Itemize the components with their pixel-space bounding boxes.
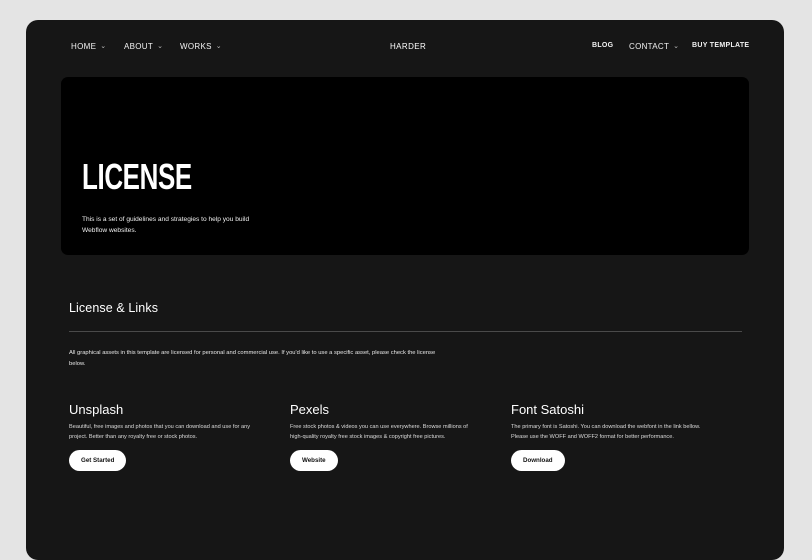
- nav-blog[interactable]: BLOG: [592, 42, 613, 49]
- brand-logo[interactable]: HARDER: [390, 42, 426, 51]
- nav-contact[interactable]: CONTACT ⌄: [629, 42, 679, 51]
- card-title: Font Satoshi: [511, 402, 584, 417]
- nav-about[interactable]: ABOUT ⌄: [124, 42, 163, 51]
- top-navigation: HOME ⌄ ABOUT ⌄ WORKS ⌄ HARDER BLOG CONTA…: [26, 20, 784, 74]
- nav-home-label: HOME: [71, 42, 97, 51]
- section-description: All graphical assets in this template ar…: [69, 350, 436, 367]
- page-title: LICENSE: [82, 156, 192, 197]
- page-frame: HOME ⌄ ABOUT ⌄ WORKS ⌄ HARDER BLOG CONTA…: [26, 20, 784, 560]
- nav-works-label: WORKS: [180, 42, 212, 51]
- section-title: License & Links: [69, 301, 159, 315]
- chevron-down-icon: ⌄: [215, 42, 222, 50]
- nav-blog-label: BLOG: [592, 42, 614, 49]
- chevron-down-icon: ⌄: [100, 42, 107, 50]
- hero-subtitle: This is a set of guidelines and strategi…: [82, 216, 250, 234]
- card-text: Free stock photos & videos you can use e…: [290, 424, 468, 440]
- card-font-satoshi: Font Satoshi The primary font is Satoshi…: [511, 402, 701, 471]
- nav-about-label: ABOUT: [124, 42, 154, 51]
- nav-home[interactable]: HOME ⌄: [71, 42, 106, 51]
- card-text: The primary font is Satoshi. You can dow…: [511, 424, 701, 440]
- website-button[interactable]: Website: [290, 450, 338, 471]
- card-title: Pexels: [290, 402, 330, 417]
- get-started-button[interactable]: Get Started: [69, 450, 127, 471]
- chevron-down-icon: ⌄: [673, 42, 680, 50]
- nav-works[interactable]: WORKS ⌄: [180, 42, 222, 51]
- section-divider: [69, 331, 742, 332]
- nav-contact-label: CONTACT: [629, 42, 670, 51]
- nav-buy-template[interactable]: BUY TEMPLATE: [692, 42, 749, 49]
- download-button[interactable]: Download: [511, 450, 565, 471]
- hero-banner: LICENSE This is a set of guidelines and …: [61, 77, 749, 255]
- card-pexels: Pexels Free stock photos & videos you ca…: [290, 402, 480, 471]
- chevron-down-icon: ⌄: [157, 42, 164, 50]
- card-text: Beautiful, free images and photos that y…: [69, 424, 250, 440]
- nav-buy-template-label: BUY TEMPLATE: [692, 42, 750, 49]
- card-unsplash: Unsplash Beautiful, free images and phot…: [69, 402, 259, 471]
- card-title: Unsplash: [69, 402, 124, 417]
